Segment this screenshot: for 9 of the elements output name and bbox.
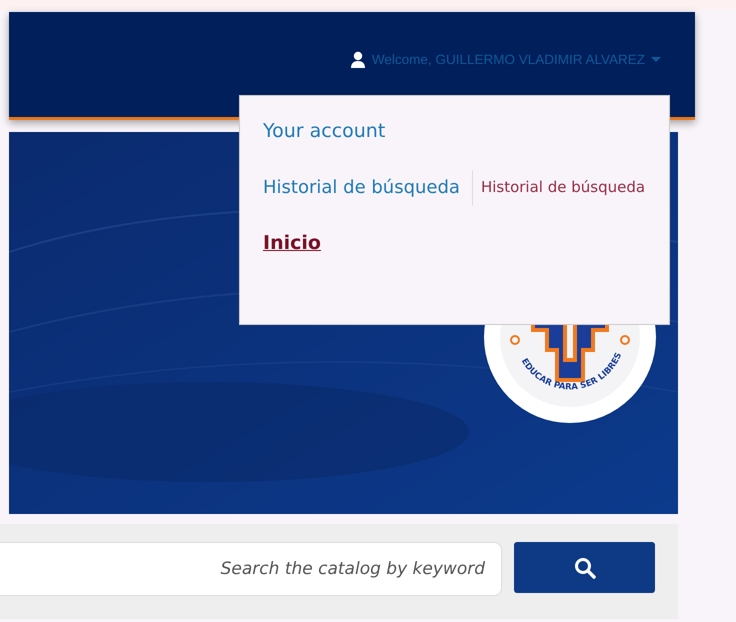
user-icon — [350, 51, 366, 68]
menu-link[interactable]: Historial de búsqueda — [263, 170, 473, 206]
search-field[interactable]: Search the catalog by keyword — [0, 542, 502, 596]
user-menu-button[interactable]: Welcome, GUILLERMO VLADIMIR ALVAREZ — [350, 51, 661, 68]
menu-heading: Your account — [263, 120, 386, 142]
link-description: Historial de búsqueda — [480, 177, 646, 198]
search-button[interactable] — [514, 542, 655, 593]
home-link[interactable]: Inicio — [263, 232, 321, 254]
search-icon — [574, 556, 596, 578]
